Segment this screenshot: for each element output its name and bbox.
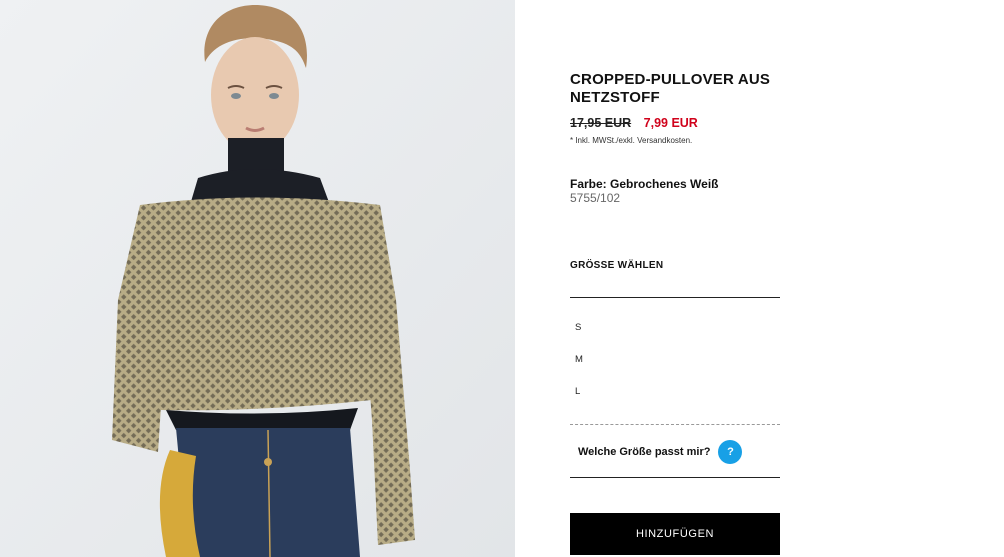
size-heading: GRÖSSE WÄHLEN <box>570 260 664 271</box>
color-label: Farbe: Gebrochenes Weiß <box>570 177 719 191</box>
tax-note: * Inkl. MWSt./exkl. Versandkosten. <box>570 136 693 145</box>
price-block: 17,95 EUR 7,99 EUR <box>570 116 698 130</box>
product-title: CROPPED-PULLOVER AUS NETZSTOFF <box>570 71 771 106</box>
size-option-s[interactable]: S <box>570 317 780 339</box>
product-image[interactable] <box>0 0 515 557</box>
question-icon[interactable]: ? <box>718 440 743 464</box>
model-photo-illustration <box>0 0 515 557</box>
size-guide-link[interactable]: Welche Größe passt mir? ? <box>578 440 743 464</box>
product-sku: 5755/102 <box>570 191 621 205</box>
original-price: 17,95 EUR <box>570 116 632 130</box>
sale-price: 7,99 EUR <box>643 116 698 130</box>
add-to-cart-button[interactable]: HINZUFÜGEN <box>570 513 780 555</box>
size-guide-label: Welche Größe passt mir? <box>578 446 711 458</box>
size-option-m[interactable]: M <box>570 349 780 371</box>
size-divider-bottom <box>570 477 780 478</box>
size-divider-dashed <box>570 424 780 425</box>
size-divider-top <box>570 297 780 298</box>
size-option-l[interactable]: L <box>570 381 780 403</box>
